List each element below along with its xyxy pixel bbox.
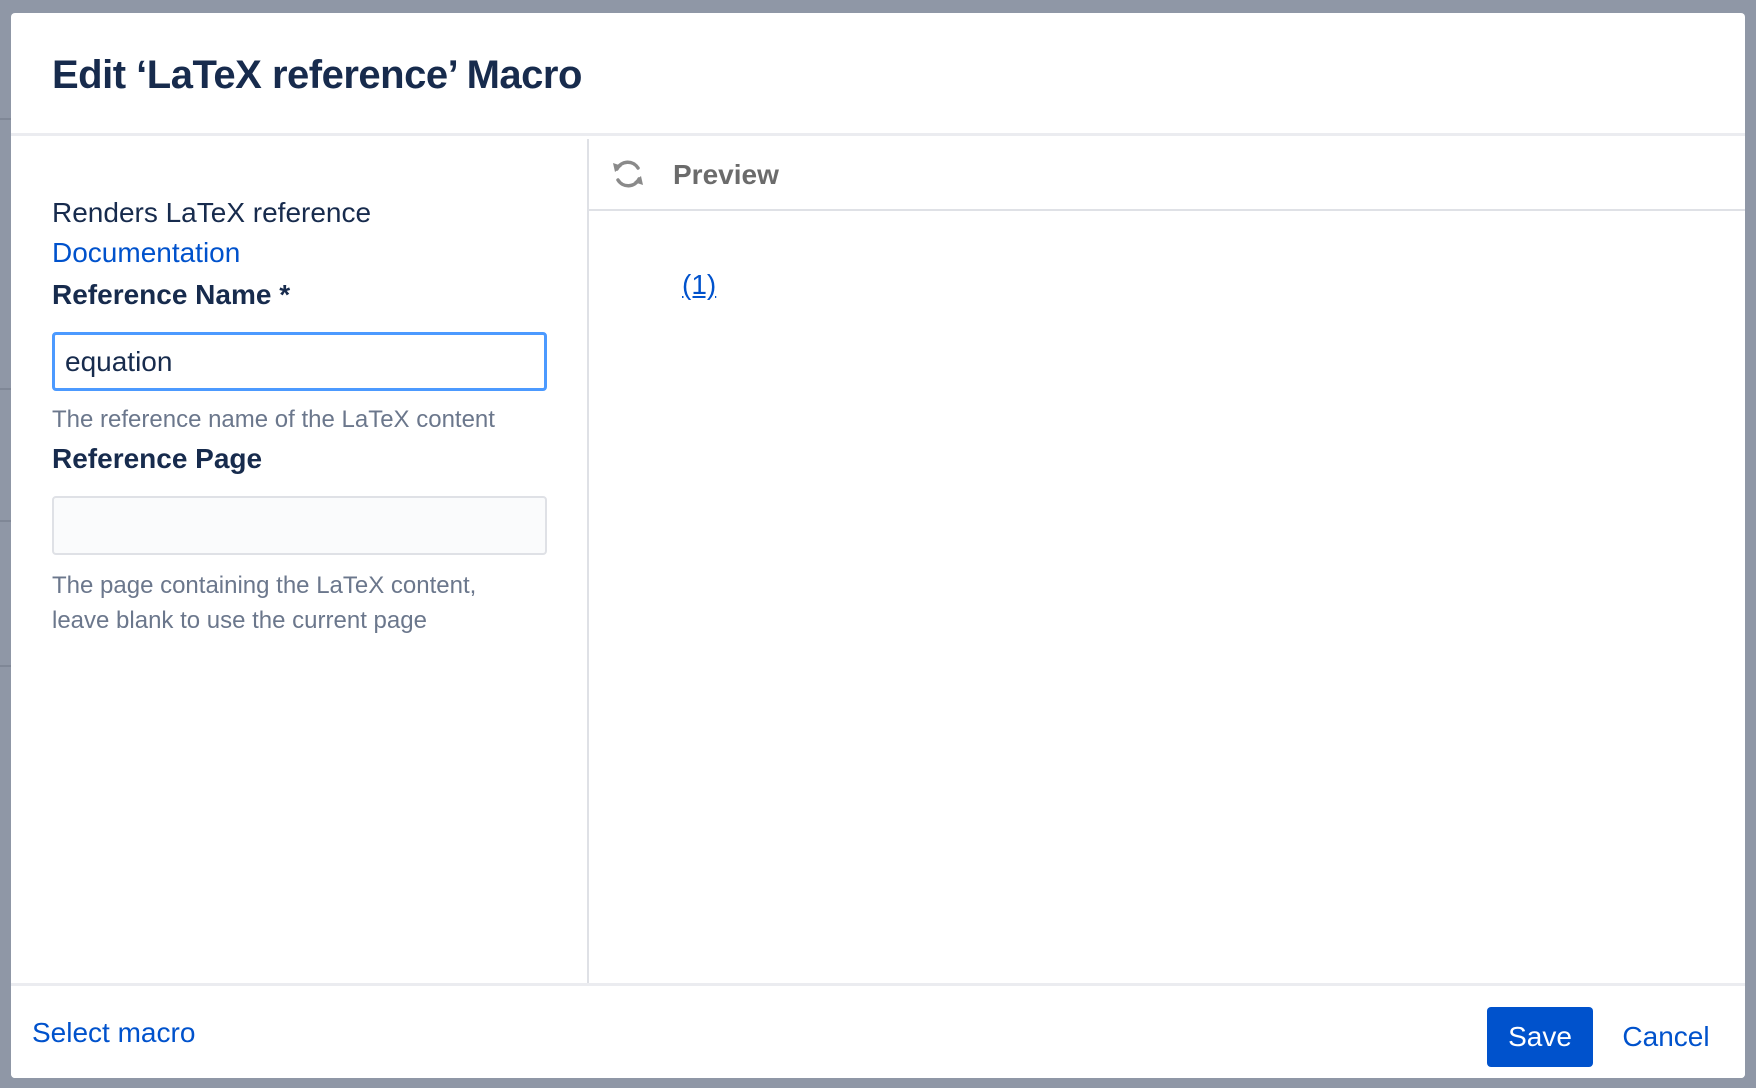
reference-name-label: Reference Name * [52, 279, 291, 310]
preview-header: Preview [589, 139, 1745, 211]
reference-page-label: Reference Page [52, 443, 263, 474]
cancel-button[interactable]: Cancel [1611, 1007, 1721, 1067]
reference-name-input[interactable] [52, 332, 547, 391]
reference-page-hint-line-1: The page containing the LaTeX content, [52, 572, 477, 599]
dialog-header: Edit ‘LaTeX reference’ Macro [11, 13, 1745, 136]
reference-page-hint: The page containing the LaTeX content, l… [52, 568, 552, 638]
preview-reference-link[interactable]: (1) [682, 269, 716, 301]
dialog-footer: Select macro Save Cancel [11, 983, 1745, 1078]
reference-page-input[interactable] [52, 496, 547, 555]
macro-parameters-panel: Renders LaTeX reference Documentation Re… [11, 139, 589, 983]
documentation-link[interactable]: Documentation [52, 237, 240, 269]
edit-macro-dialog: Edit ‘LaTeX reference’ Macro Renders LaT… [11, 13, 1745, 1078]
refresh-icon[interactable] [611, 157, 645, 191]
save-button[interactable]: Save [1487, 1007, 1593, 1067]
reference-page-hint-line-2: leave blank to use the current page [52, 607, 427, 634]
dialog-title: Edit ‘LaTeX reference’ Macro [52, 53, 582, 97]
reference-name-hint: The reference name of the LaTeX content [52, 406, 495, 433]
select-macro-link[interactable]: Select macro [32, 1017, 195, 1049]
macro-description: Renders LaTeX reference [52, 197, 372, 228]
preview-label: Preview [673, 159, 779, 190]
preview-panel: Preview (1) [589, 139, 1745, 983]
